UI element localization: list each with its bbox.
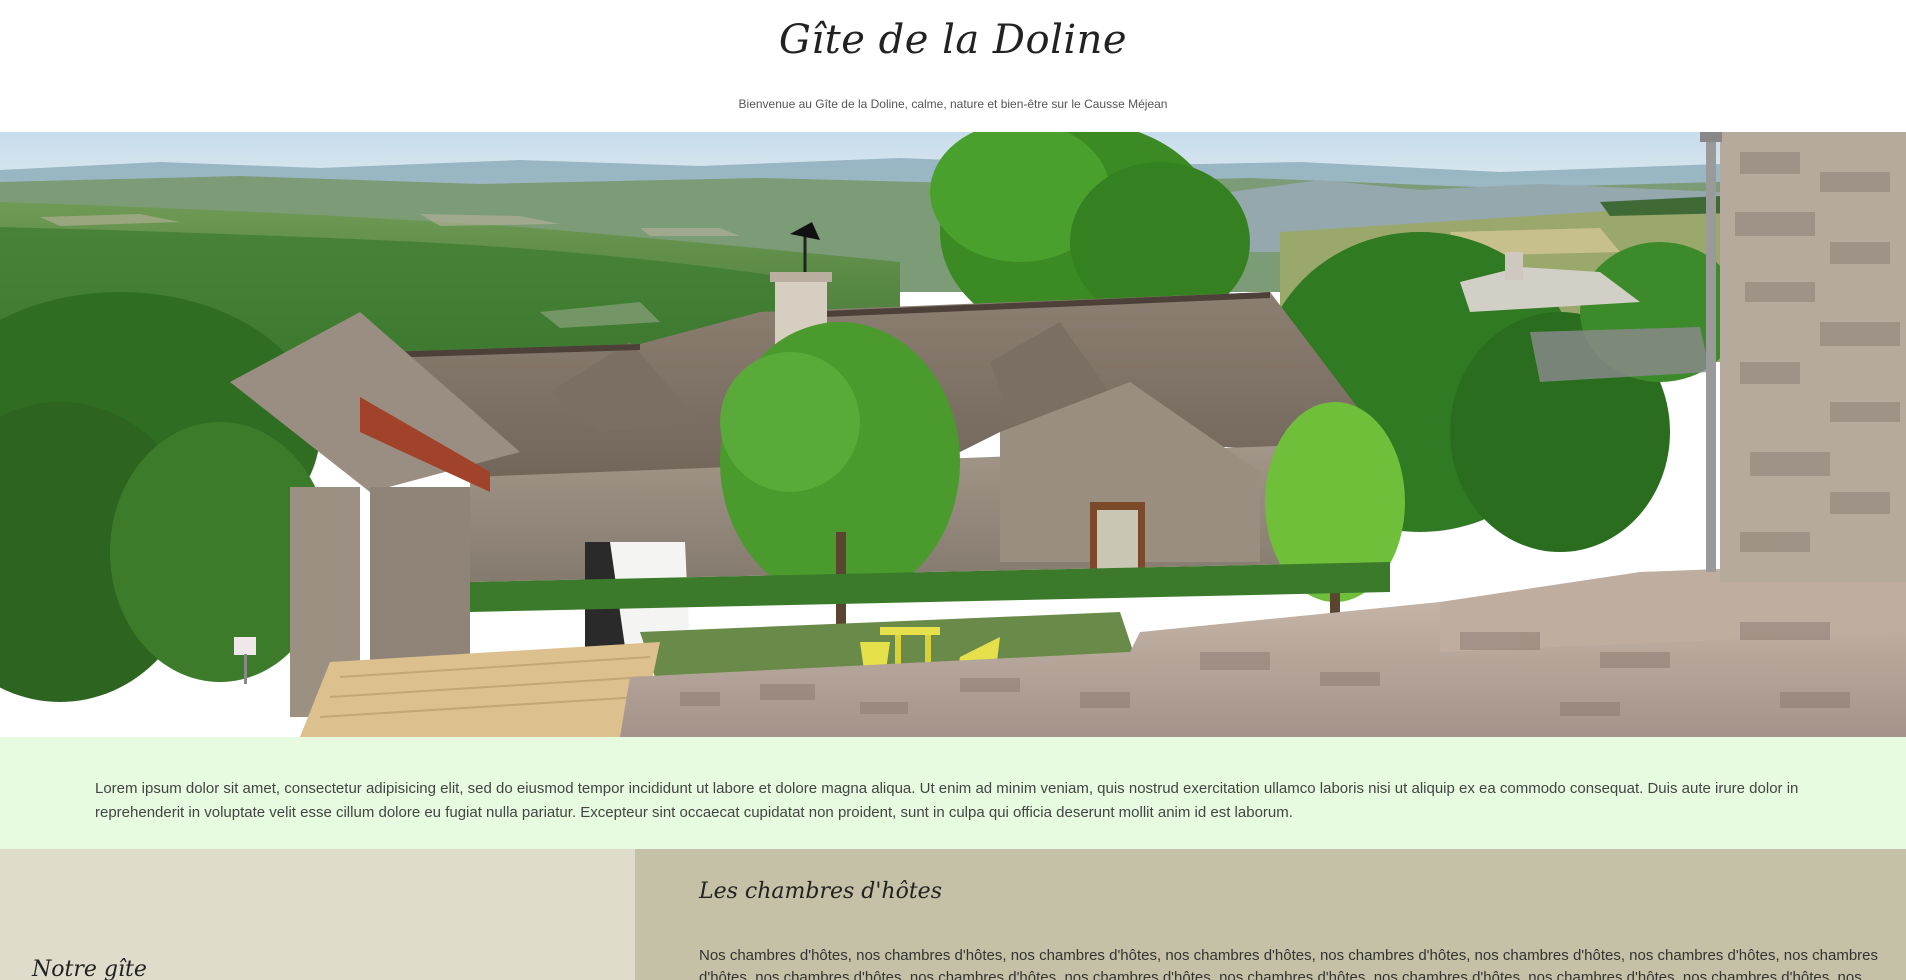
chambres-section: Les chambres d'hôtes Nos chambres d'hôte… [635, 849, 1906, 980]
chambres-title: Les chambres d'hôtes [699, 879, 942, 904]
hero-image [0, 132, 1906, 737]
site-header: Gîte de la Doline Bienvenue au Gîte de l… [0, 0, 1906, 132]
gite-section: Notre gîte [0, 849, 635, 980]
intro-text: Lorem ipsum dolor sit amet, consectetur … [95, 780, 1799, 821]
hero-photo [0, 132, 1906, 737]
gite-title: Notre gîte [32, 957, 147, 980]
page: Gîte de la Doline Bienvenue au Gîte de l… [0, 0, 1906, 980]
site-tagline: Bienvenue au Gîte de la Doline, calme, n… [738, 97, 1168, 111]
intro-section: Lorem ipsum dolor sit amet, consectetur … [0, 737, 1906, 849]
site-title: Gîte de la Doline [778, 17, 1128, 63]
chambres-text: Nos chambres d'hôtes, nos chambres d'hôt… [699, 947, 1879, 980]
